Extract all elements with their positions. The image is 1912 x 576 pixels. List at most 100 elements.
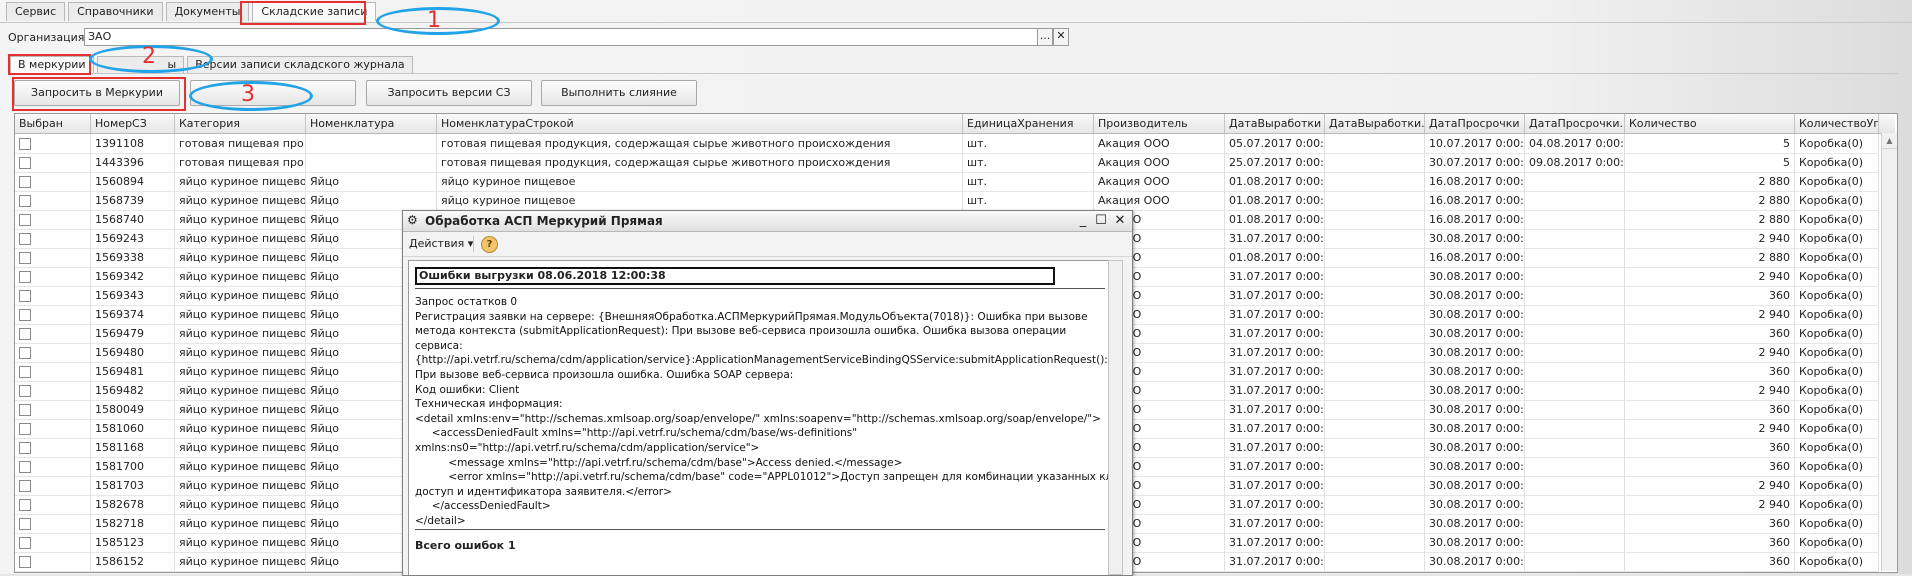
cell-selected	[15, 153, 91, 172]
table-row[interactable]: 1568739 яйцо куриное пищево... Яйцо яйцо ку…	[15, 191, 1879, 211]
cell-qty: 2 880	[1625, 210, 1795, 229]
cell-selected	[15, 305, 91, 324]
row-checkbox[interactable]	[19, 480, 31, 492]
cell-nom: Яйцо	[306, 172, 437, 191]
row-checkbox[interactable]	[19, 271, 31, 283]
cell-qty: 2 880	[1625, 172, 1795, 191]
organization-clear-button[interactable]: ✕	[1053, 28, 1069, 46]
cell-qty: 360	[1625, 362, 1795, 381]
organization-select-button[interactable]: ...	[1037, 28, 1053, 46]
row-checkbox[interactable]	[19, 347, 31, 359]
row-checkbox[interactable]	[19, 138, 31, 150]
col-record-number[interactable]: НомерСЗ	[91, 114, 175, 133]
cell-nom	[306, 134, 437, 153]
row-checkbox[interactable]	[19, 252, 31, 264]
cell-cat: яйцо куриное пищево...	[175, 191, 306, 210]
cell-selected	[15, 438, 91, 457]
tab-documents[interactable]: Документы	[165, 2, 250, 21]
help-icon[interactable]: ?	[481, 236, 498, 253]
cell-pack: Коробка(0)	[1795, 343, 1879, 362]
row-checkbox[interactable]	[19, 157, 31, 169]
cell-dv: 31.07.2017 0:00:...	[1225, 286, 1325, 305]
error-report-area[interactable]: Ошибки выгрузки 08.06.2018 12:00:38 Запр…	[408, 260, 1110, 575]
row-checkbox[interactable]	[19, 404, 31, 416]
col-selected[interactable]: Выбран	[15, 114, 91, 133]
row-checkbox[interactable]	[19, 537, 31, 549]
cell-pack: Коробка(0)	[1795, 514, 1879, 533]
col-expiry-date[interactable]: ДатаПросрочки	[1425, 114, 1525, 133]
cell-nom	[306, 153, 437, 172]
col-production-date-2[interactable]: ДатаВыработки...	[1325, 114, 1425, 133]
cell-dp2	[1525, 495, 1625, 514]
col-nomenclature[interactable]: Номенклатура	[306, 114, 437, 133]
actions-menu-button[interactable]: Действия ▾	[409, 237, 473, 250]
table-row[interactable]: 1560894 яйцо куриное пищево... Яйцо яйцо ку…	[15, 172, 1879, 192]
cell-unit: шт.	[963, 191, 1094, 210]
scroll-up-arrow-icon[interactable]: ▲	[1882, 133, 1897, 149]
row-checkbox[interactable]	[19, 499, 31, 511]
col-nomenclature-string[interactable]: НоменклатураСтрокой	[437, 114, 963, 133]
cell-selected	[15, 514, 91, 533]
col-expiry-date-2[interactable]: ДатаПросрочки...	[1525, 114, 1625, 133]
tab-directories[interactable]: Справочники	[68, 2, 163, 21]
col-production-date[interactable]: ДатаВыработки	[1225, 114, 1325, 133]
tab-service[interactable]: Сервис	[6, 2, 66, 21]
table-row[interactable]: 1391108 готовая пищевая про... готовая пищ…	[15, 134, 1879, 154]
cell-dp: 30.08.2017 0:00:...	[1425, 362, 1525, 381]
dialog-title-bar[interactable]: ⚙ Обработка АСП Меркурий Прямая _ ☐ ✕	[403, 211, 1132, 232]
annotation-number-2: 2	[142, 44, 156, 69]
table-header: Выбран НомерСЗ Категория Номенклатура Но…	[15, 114, 1895, 134]
cell-num: 1569479	[91, 324, 175, 343]
cell-dp: 30.08.2017 0:00:...	[1425, 324, 1525, 343]
maximize-button[interactable]: ☐	[1093, 213, 1109, 229]
row-checkbox[interactable]	[19, 309, 31, 321]
row-checkbox[interactable]	[19, 385, 31, 397]
cell-cat: яйцо куриное пищево...	[175, 324, 306, 343]
cell-qty: 2 940	[1625, 495, 1795, 514]
cell-dv: 31.07.2017 0:00:...	[1225, 552, 1325, 571]
cell-dp2	[1525, 419, 1625, 438]
row-checkbox[interactable]	[19, 328, 31, 340]
cell-selected	[15, 400, 91, 419]
col-producer[interactable]: Производитель	[1094, 114, 1225, 133]
report-line: <message xmlns="http://api.vetrf.ru/sche…	[415, 456, 903, 469]
cell-selected	[15, 419, 91, 438]
report-line: При вызове веб-сервиса произошла ошибка.…	[415, 368, 794, 381]
cell-num: 1569343	[91, 286, 175, 305]
col-storage-unit[interactable]: ЕдиницаХранения	[963, 114, 1094, 133]
cell-dp: 16.08.2017 0:00:...	[1425, 172, 1525, 191]
cell-num: 1560894	[91, 172, 175, 191]
report-top-rule	[415, 288, 1105, 289]
row-checkbox[interactable]	[19, 233, 31, 245]
row-checkbox[interactable]	[19, 214, 31, 226]
close-button[interactable]: ✕	[1112, 213, 1128, 229]
cell-num: 1581168	[91, 438, 175, 457]
row-checkbox[interactable]	[19, 176, 31, 188]
row-checkbox[interactable]	[19, 556, 31, 568]
report-scrollbar[interactable]	[1108, 260, 1123, 575]
row-checkbox[interactable]	[19, 290, 31, 302]
row-checkbox[interactable]	[19, 518, 31, 530]
row-checkbox[interactable]	[19, 442, 31, 454]
row-checkbox[interactable]	[19, 423, 31, 435]
cell-pack: Коробка(0)	[1795, 191, 1879, 210]
table-row[interactable]: 1443396 готовая пищевая про... готовая пищ…	[15, 153, 1879, 173]
col-category[interactable]: Категория	[175, 114, 306, 133]
cell-dv2	[1325, 305, 1425, 324]
col-quantity[interactable]: Количество	[1625, 114, 1795, 133]
cell-dv2	[1325, 419, 1425, 438]
row-checkbox[interactable]	[19, 461, 31, 473]
subtab-record-versions[interactable]: Версии записи складского журнала	[187, 56, 413, 73]
organization-input[interactable]: ЗАО	[84, 28, 1039, 46]
cell-pack: Коробка(0)	[1795, 381, 1879, 400]
cell-pack: Коробка(0)	[1795, 533, 1879, 552]
row-checkbox[interactable]	[19, 195, 31, 207]
row-checkbox[interactable]	[19, 366, 31, 378]
minimize-button[interactable]: _	[1075, 213, 1091, 229]
merge-button[interactable]: Выполнить слияние	[541, 80, 697, 106]
col-package-quantity[interactable]: КоличествоУпак	[1795, 114, 1879, 133]
annotation-number-1: 1	[427, 8, 441, 33]
cell-pack: Коробка(0)	[1795, 267, 1879, 286]
table-vertical-scrollbar[interactable]: ▲	[1881, 133, 1897, 571]
request-versions-button[interactable]: Запросить версии СЗ	[366, 80, 532, 106]
